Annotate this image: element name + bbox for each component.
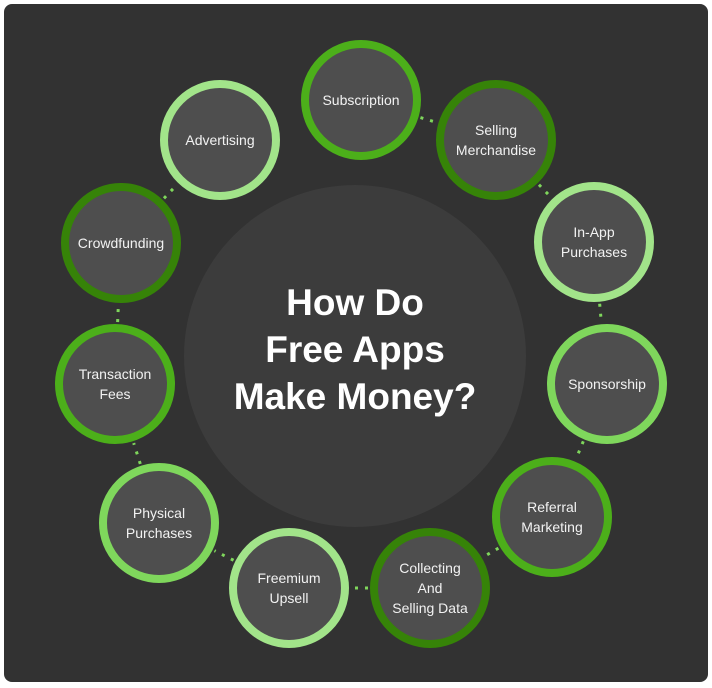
- diagram-title: How Do Free Apps Make Money?: [233, 281, 477, 417]
- node-physical-purchases[interactable]: Physical Purchases: [99, 463, 219, 583]
- node-sponsorship[interactable]: Sponsorship: [547, 324, 667, 444]
- node-label: Physical Purchases: [125, 505, 193, 541]
- node-subscription[interactable]: Subscription: [301, 40, 421, 160]
- node-selling-merchandise[interactable]: Selling Merchandise: [436, 80, 556, 200]
- node-crowdfunding[interactable]: Crowdfunding: [61, 183, 181, 303]
- node-collecting-and-selling-data[interactable]: Collecting And Selling Data: [370, 528, 490, 648]
- node-label: Freemium Upsell: [257, 570, 321, 606]
- node-referral-marketing[interactable]: Referral Marketing: [492, 457, 612, 577]
- node-label: Subscription: [322, 92, 400, 108]
- node-label: Selling Merchandise: [455, 122, 537, 158]
- node-label: Referral Marketing: [521, 499, 583, 535]
- node-in-app-purchases[interactable]: In-App Purchases: [534, 182, 654, 302]
- node-label: Crowdfunding: [77, 235, 165, 251]
- node-label: Sponsorship: [568, 376, 646, 392]
- node-freemium-upsell[interactable]: Freemium Upsell: [229, 528, 349, 648]
- center-circle: How Do Free Apps Make Money?: [184, 185, 526, 527]
- node-label: Collecting And Selling Data: [392, 560, 468, 616]
- node-transaction-fees[interactable]: Transaction Fees: [55, 324, 175, 444]
- node-label: In-App Purchases: [560, 224, 628, 260]
- node-label: Advertising: [185, 132, 255, 148]
- node-advertising[interactable]: Advertising: [160, 80, 280, 200]
- node-label: Transaction Fees: [78, 366, 152, 402]
